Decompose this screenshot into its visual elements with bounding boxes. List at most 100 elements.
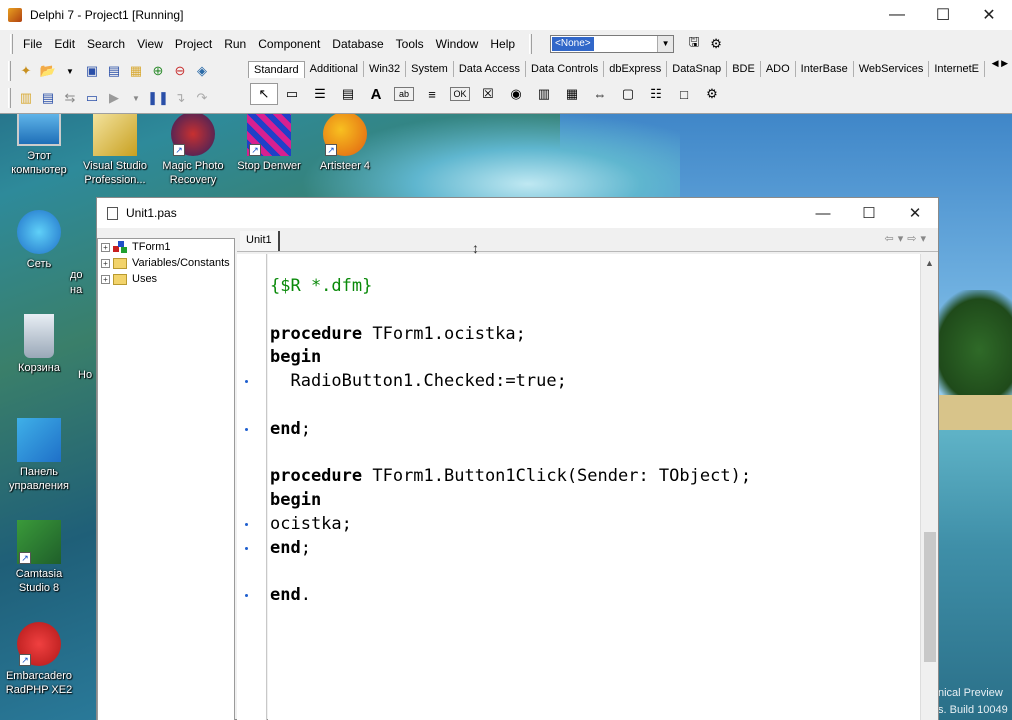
desktop-layout-combo[interactable]: <None> ▼ xyxy=(550,35,675,53)
pointer-icon[interactable]: ↖ xyxy=(250,83,278,105)
menu-item[interactable]: Help xyxy=(484,37,521,51)
save-icon[interactable]: ▣ xyxy=(82,61,102,81)
desktop-icon[interactable]: ↗ Artisteer 4 xyxy=(306,112,384,173)
chevron-down-icon[interactable]: ▼ xyxy=(657,36,674,52)
open-icon[interactable]: 📂 xyxy=(38,61,58,81)
save-all-icon[interactable]: ▤ xyxy=(104,61,124,81)
palette-tab[interactable]: Standard xyxy=(248,60,305,78)
expand-icon[interactable]: + xyxy=(101,258,110,268)
toolbar-grip[interactable] xyxy=(529,34,533,54)
new-form-icon[interactable]: ▭ xyxy=(82,88,102,108)
breakpoint-line-marker[interactable] xyxy=(245,427,248,431)
pause-icon[interactable]: ❚❚ xyxy=(147,88,169,108)
new-icon[interactable]: ✦ xyxy=(16,61,36,81)
scrollbar-thumb[interactable] xyxy=(924,532,936,662)
menu-item[interactable]: Window xyxy=(430,37,485,51)
desktop-icon[interactable]: ↗ Camtasia Studio 8 xyxy=(0,520,78,595)
breakpoint-line-marker[interactable] xyxy=(245,546,248,550)
menu-item[interactable]: Edit xyxy=(48,37,81,51)
popupmenu-icon[interactable]: ▤ xyxy=(334,83,362,105)
palette-tab[interactable]: WebServices xyxy=(854,61,930,77)
palette-tab[interactable]: InternetE xyxy=(929,61,985,77)
help-book-icon[interactable]: ◈ xyxy=(192,61,212,81)
combobox-icon[interactable]: ▦ xyxy=(558,83,586,105)
toolbar-grip[interactable] xyxy=(8,61,11,81)
view-form-icon[interactable]: ▤ xyxy=(38,88,58,108)
mainmenu-icon[interactable]: ☰ xyxy=(306,83,334,105)
code-area[interactable]: {$R *.dfm} procedure TForm1.ocistka; begin… xyxy=(268,254,920,720)
label-icon[interactable]: A xyxy=(362,83,390,105)
menu-item[interactable]: Project xyxy=(169,37,218,51)
menu-item[interactable]: View xyxy=(131,37,169,51)
palette-tab[interactable]: Win32 xyxy=(364,61,407,77)
menu-item[interactable]: Search xyxy=(81,37,131,51)
radiobutton-icon[interactable]: ◉ xyxy=(502,83,530,105)
tree-node-tform1[interactable]: + TForm1 xyxy=(98,239,234,255)
frames-icon[interactable]: ▭ xyxy=(278,83,306,105)
palette-tab[interactable]: dbExpress xyxy=(604,61,668,77)
groupbox-icon[interactable]: ▢ xyxy=(614,83,642,105)
toggle-form-unit-icon[interactable]: ⇆ xyxy=(60,88,80,108)
toolbar-grip[interactable] xyxy=(8,88,11,108)
tree-node-variables[interactable]: + Variables/Constants xyxy=(98,255,234,271)
radiogroup-icon[interactable]: ☷ xyxy=(642,83,670,105)
minimize-button[interactable]: — xyxy=(874,0,920,30)
set-debug-desktop-icon[interactable]: ⚙ xyxy=(706,34,726,54)
trace-into-icon[interactable]: ↴ xyxy=(170,88,190,108)
view-unit-icon[interactable]: ▥ xyxy=(16,88,36,108)
desktop-icon[interactable]: ↗ Embarcadero RadPHP XE2 xyxy=(0,622,78,697)
menu-item[interactable]: Run xyxy=(218,37,252,51)
palette-tab[interactable]: InterBase xyxy=(796,61,854,77)
vertical-scrollbar[interactable]: ▲ xyxy=(920,254,938,720)
tree-node-uses[interactable]: + Uses xyxy=(98,271,234,287)
menu-item[interactable]: Component xyxy=(252,37,326,51)
expand-icon[interactable]: + xyxy=(101,242,110,252)
palette-scroll-arrows[interactable]: ◀ ▶ xyxy=(992,58,1008,69)
run-dropdown-icon[interactable]: ▼ xyxy=(126,88,146,108)
edit-icon[interactable]: ab xyxy=(394,87,414,101)
menu-item[interactable]: File xyxy=(17,37,48,51)
close-button[interactable]: ✕ xyxy=(966,0,1012,30)
scrollbar-icon[interactable]: ⇔ xyxy=(586,83,614,105)
toolbar-grip[interactable] xyxy=(10,34,13,54)
palette-tab[interactable]: ADO xyxy=(761,61,796,77)
editor-close-button[interactable]: ✕ xyxy=(892,198,938,228)
editor-maximize-button[interactable]: ☐ xyxy=(846,198,892,228)
tab-unit1[interactable]: Unit1 xyxy=(240,231,280,251)
listbox-icon[interactable]: ▥ xyxy=(530,83,558,105)
palette-tab[interactable]: BDE xyxy=(727,61,761,77)
desktop-icon[interactable]: Панель управления xyxy=(0,418,78,493)
menu-item[interactable]: Tools xyxy=(390,37,430,51)
editor-minimize-button[interactable]: — xyxy=(800,198,846,228)
checkbox-icon[interactable]: ☒ xyxy=(474,83,502,105)
button-icon[interactable]: OK xyxy=(450,87,470,101)
palette-tab[interactable]: DataSnap xyxy=(667,61,728,77)
remove-file-icon[interactable]: ⊖ xyxy=(170,61,190,81)
maximize-button[interactable]: ☐ xyxy=(920,0,966,30)
step-over-icon[interactable]: ↷ xyxy=(192,88,212,108)
open-dropdown-icon[interactable]: ▼ xyxy=(60,61,80,81)
menu-item[interactable]: Database xyxy=(326,37,389,51)
desktop-icon[interactable]: Этот компьютер xyxy=(0,112,78,177)
actionlist-icon[interactable]: ⚙ xyxy=(698,83,726,105)
breakpoint-line-marker[interactable] xyxy=(245,380,248,384)
desktop-icon[interactable]: ↗ Stop Denwer xyxy=(230,112,308,173)
desktop-icon[interactable]: Корзина xyxy=(0,314,78,375)
save-desktop-icon[interactable]: 🖫 xyxy=(684,34,704,54)
palette-tab[interactable]: Data Access xyxy=(454,61,526,77)
panel-icon[interactable]: □ xyxy=(670,83,698,105)
breakpoint-line-marker[interactable] xyxy=(245,523,248,526)
run-icon[interactable]: ▶ xyxy=(104,88,124,108)
palette-tab[interactable]: System xyxy=(406,61,454,77)
editor-gutter[interactable] xyxy=(237,254,267,720)
open-project-icon[interactable]: ▦ xyxy=(126,61,146,81)
history-navigation[interactable]: ⇦▾⇨▾ xyxy=(885,232,930,245)
add-file-icon[interactable]: ⊕ xyxy=(148,61,168,81)
palette-tab[interactable]: Additional xyxy=(305,61,364,77)
scroll-up-icon[interactable]: ▲ xyxy=(921,254,938,272)
desktop-icon[interactable]: ↗ Magic Photo Recovery xyxy=(154,112,232,187)
memo-icon[interactable]: ≡ xyxy=(418,83,446,105)
expand-icon[interactable]: + xyxy=(101,274,110,284)
desktop-icon[interactable]: Сеть xyxy=(0,210,78,271)
palette-tab[interactable]: Data Controls xyxy=(526,61,605,77)
